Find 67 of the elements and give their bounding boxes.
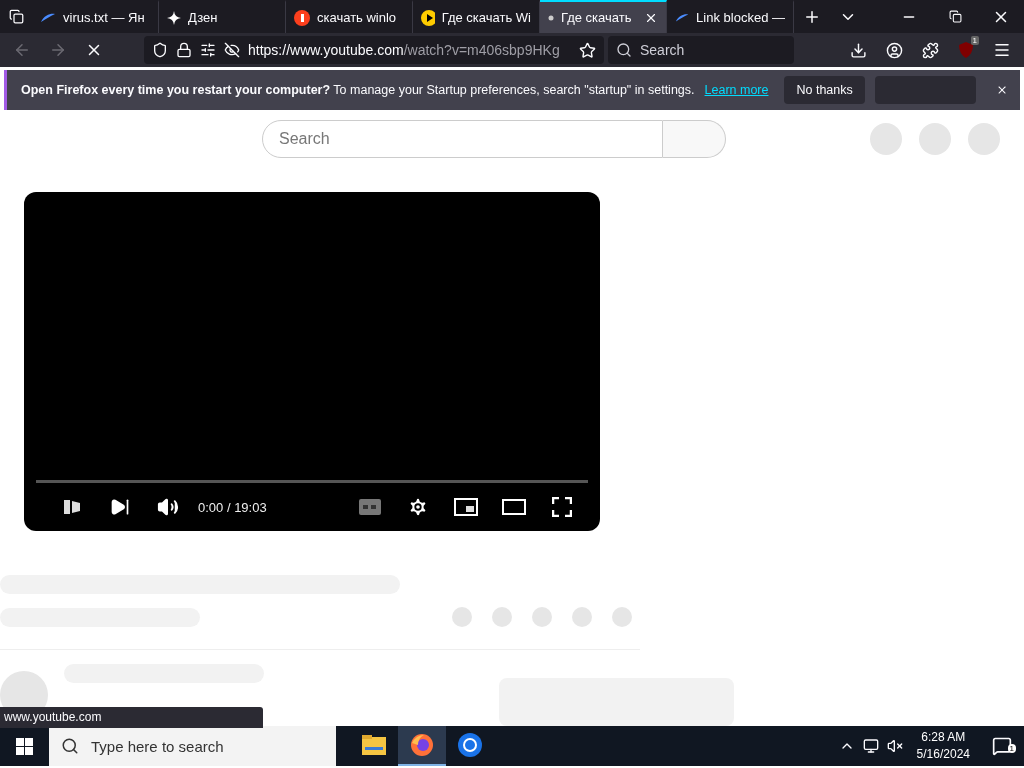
network-icon[interactable] — [862, 738, 879, 754]
swoosh-icon — [40, 12, 56, 23]
volume-muted-icon[interactable] — [886, 738, 903, 754]
eye-off-icon[interactable] — [224, 42, 240, 58]
play-icon — [421, 9, 435, 26]
placeholder-circle — [968, 123, 1000, 156]
count-badge: 1 — [1007, 744, 1016, 753]
restore-icon[interactable] — [948, 10, 962, 23]
placeholder-circle — [492, 607, 512, 628]
folder-icon — [362, 735, 386, 755]
placeholder-circle — [612, 607, 632, 628]
download-icon[interactable] — [849, 41, 867, 59]
count-badge: 1 — [970, 36, 979, 45]
round-logo-icon — [294, 9, 310, 26]
pause-icon[interactable] — [63, 498, 81, 517]
time-display: 0:00 / 19:03 — [198, 499, 268, 515]
notifications-icon[interactable] — [992, 736, 1012, 756]
tab-title: Где скачать Wi — [441, 10, 531, 25]
url-text: https://www.youtube.com/watch?v=m406sbp9HKg — [248, 42, 561, 58]
puzzle-icon[interactable] — [921, 41, 939, 59]
browser-tab[interactable]: Где скачать — [540, 0, 667, 33]
tab-title: Link blocked — — [696, 10, 785, 25]
tab-title: Где скачать — [561, 10, 633, 25]
tab-title: Дзен — [188, 10, 219, 25]
miniplayer-icon[interactable] — [454, 498, 478, 517]
address-bar[interactable]: https://www.youtube.com/watch?v=m406sbp9HKg — [144, 36, 604, 64]
clock-date[interactable]: 5/16/2024 — [916, 746, 970, 763]
tab-title: скачать winlo — [317, 10, 398, 25]
windows-icon[interactable] — [15, 737, 33, 755]
shield-icon[interactable] — [152, 42, 168, 58]
spark-icon — [167, 10, 181, 25]
tab-list-icon[interactable] — [8, 9, 24, 24]
clock-time[interactable]: 6:28 AM — [921, 729, 966, 746]
fullscreen-icon[interactable] — [552, 497, 572, 518]
placeholder-circle — [532, 607, 552, 628]
tab-title: virus.txt — Ян — [63, 10, 146, 25]
placeholder-circle — [919, 123, 951, 156]
learn-more-link[interactable]: Learn more — [704, 83, 769, 97]
taskbar-search-field[interactable]: Type here to search — [49, 726, 336, 766]
next-icon[interactable] — [110, 497, 130, 518]
taskbar-app[interactable] — [398, 726, 446, 766]
placeholder-circle — [572, 607, 592, 628]
account-icon[interactable] — [885, 41, 903, 59]
placeholder-circle — [452, 607, 472, 628]
ring-icon — [457, 732, 483, 758]
lock-icon[interactable] — [176, 42, 192, 58]
status-url: www.youtube.com — [0, 707, 263, 728]
dismiss-button[interactable]: No thanks — [784, 76, 865, 104]
search-icon — [616, 42, 632, 58]
progress-track[interactable] — [36, 480, 588, 484]
placeholder-circle — [870, 123, 902, 156]
forward-icon[interactable] — [49, 41, 67, 59]
settings-icon[interactable] — [407, 496, 429, 519]
video-player[interactable]: 0:00 / 19:03 — [24, 191, 600, 532]
captions-icon[interactable] — [359, 499, 381, 516]
star-icon[interactable] — [579, 41, 596, 59]
back-icon[interactable] — [13, 41, 31, 59]
search-field[interactable]: Search — [608, 36, 794, 64]
loading-dot-icon — [548, 14, 554, 21]
swoosh-icon — [675, 12, 690, 23]
shield-badge-icon[interactable] — [958, 42, 974, 58]
theater-icon[interactable] — [502, 499, 526, 516]
fox-globe-icon — [410, 733, 434, 757]
search-icon — [61, 737, 79, 755]
menu-icon[interactable] — [993, 41, 1011, 59]
permissions-icon[interactable] — [200, 42, 216, 58]
notification-message: Open Firefox every time you restart your computer? To manage your Startup preferences, search "startup" in settings. — [21, 83, 695, 97]
